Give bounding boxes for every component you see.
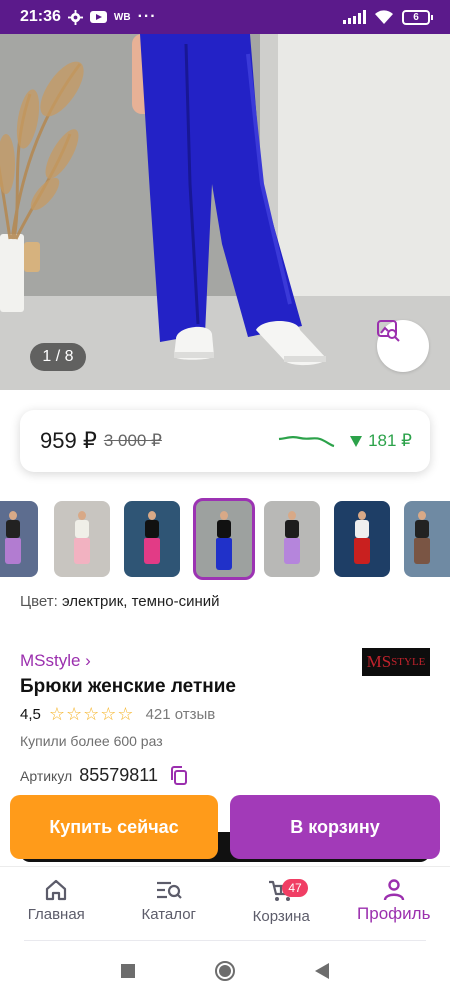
nav-cart[interactable]: 47 Корзина (225, 867, 338, 940)
reviews-count[interactable]: 421 отзыв (146, 706, 216, 723)
brand-logo[interactable]: MS STYLE (362, 648, 430, 676)
home-button-icon[interactable] (215, 960, 235, 981)
rating-value: 4,5 (20, 705, 41, 723)
price-history-sparkline (278, 436, 335, 448)
arrow-down-icon (350, 435, 363, 447)
thumbnail[interactable] (264, 501, 320, 577)
more-dots-icon: ··· (137, 8, 157, 25)
star-icon: ☆ (48, 704, 65, 724)
nav-profile-label: Профиль (357, 904, 431, 923)
bottom-navigation: Главная Каталог 47 Корзина Профиль (0, 866, 450, 940)
star-icon: ☆ (100, 704, 117, 724)
brand-logo-main: MS (366, 652, 392, 671)
sku-row: Артикул 85579811 (20, 765, 188, 786)
cart-badge: 47 (282, 879, 308, 897)
thumbnail-strip[interactable] (0, 498, 450, 580)
signal-icon (343, 10, 366, 24)
current-price: 959 ₽ (40, 428, 97, 453)
recent-apps-icon[interactable] (121, 963, 135, 978)
sku-label: Артикул (20, 767, 73, 784)
brand-logo-small: STYLE (391, 656, 426, 668)
nav-home-label: Главная (27, 906, 85, 923)
home-icon (46, 879, 67, 901)
brand-link[interactable]: MSstyle › (20, 651, 91, 671)
profile-icon (383, 879, 404, 901)
color-label: Цвет: (20, 593, 58, 610)
buy-now-button[interactable]: Купить сейчас (10, 795, 218, 859)
copy-icon[interactable] (170, 765, 188, 786)
thumbnail[interactable] (334, 501, 390, 577)
star-icon: ☆ (83, 704, 100, 724)
price-drop: 181 ₽ (350, 431, 412, 451)
youtube-icon (89, 11, 107, 23)
thumbnail[interactable] (404, 501, 450, 577)
price-card[interactable]: 959 ₽ 3 000 ₽ 181 ₽ (20, 410, 430, 472)
rating-stars: ☆ ☆ ☆ ☆ ☆ (49, 705, 134, 723)
rating-row[interactable]: 4,5 ☆ ☆ ☆ ☆ ☆ 421 отзыв (20, 705, 215, 723)
catalog-search-icon (156, 881, 182, 899)
nav-profile[interactable]: Профиль (338, 867, 450, 940)
product-title: Брюки женские летние (20, 676, 236, 697)
star-icon: ☆ (66, 704, 83, 724)
sku-value: 85579811 (79, 765, 158, 785)
color-value: электрик, темно-синий (61, 593, 220, 610)
product-image-gallery[interactable]: 1 / 8 (0, 34, 450, 390)
status-bar: 21:36 WB ··· 6 (0, 0, 450, 34)
thumbnail[interactable] (0, 501, 38, 577)
star-half-icon: ☆ (117, 704, 134, 724)
add-to-cart-button[interactable]: В корзину (230, 795, 440, 859)
nav-home[interactable]: Главная (0, 867, 113, 940)
color-info: Цвет: электрик, темно-синий (20, 593, 220, 610)
gallery-counter: 1 / 8 (30, 343, 86, 371)
wifi-icon (375, 9, 393, 24)
nav-cart-label: Корзина (252, 908, 310, 925)
price-drop-value: 181 ₽ (368, 431, 412, 450)
old-price: 3 000 ₽ (103, 431, 162, 450)
visual-search-button[interactable] (377, 320, 429, 372)
nav-catalog[interactable]: Каталог (113, 867, 226, 940)
nav-catalog-label: Каталог (141, 906, 197, 923)
gear-icon (67, 9, 83, 25)
thumbnail[interactable] (54, 501, 110, 577)
wb-app-icon: WB (113, 11, 131, 23)
battery-level: 6 (413, 11, 419, 23)
battery-icon: 6 (402, 9, 433, 25)
back-icon[interactable] (315, 962, 329, 979)
image-search-icon (377, 320, 400, 342)
thumbnail[interactable] (124, 501, 180, 577)
purchase-count: Купили более 600 раз (20, 733, 163, 749)
system-navigation-bar (0, 941, 450, 1000)
status-time: 21:36 (20, 8, 61, 25)
thumbnail-selected[interactable] (193, 498, 255, 580)
